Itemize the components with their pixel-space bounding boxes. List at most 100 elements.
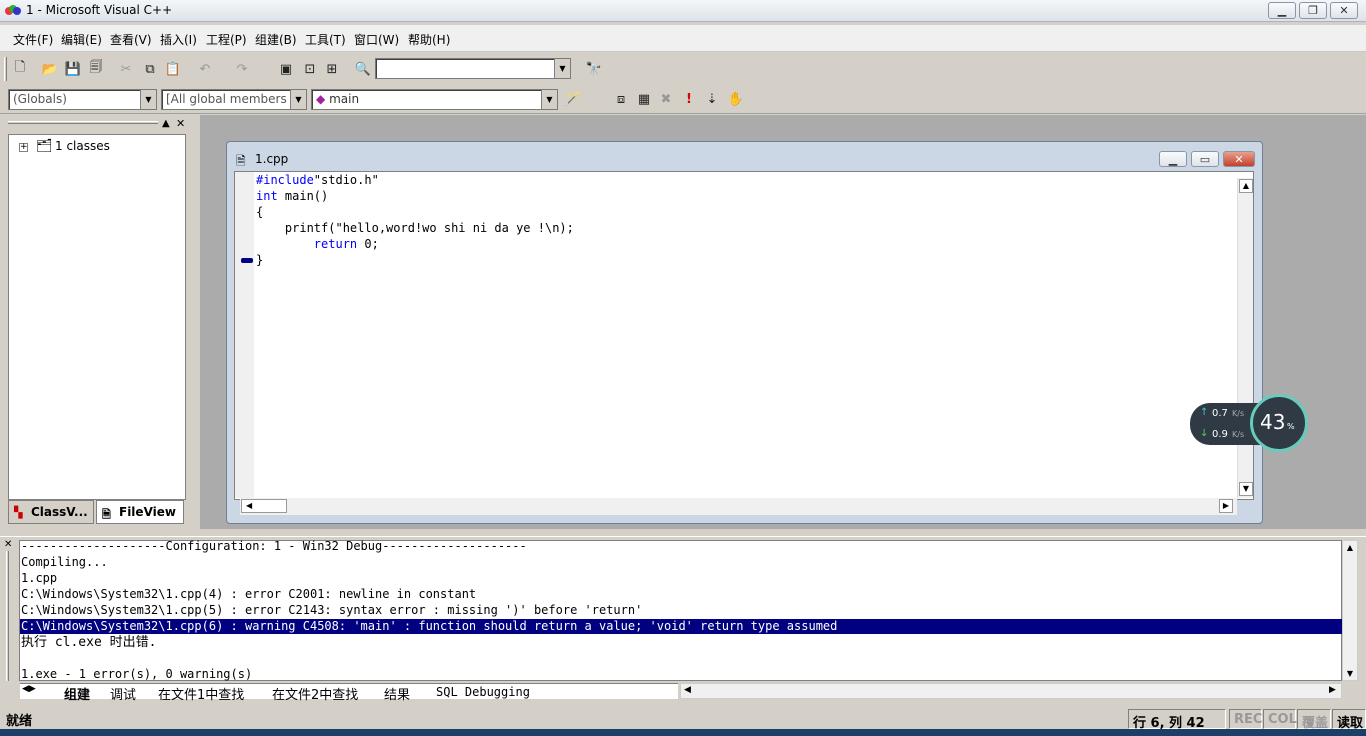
tab-results[interactable]: 结果: [384, 684, 410, 703]
current-line-marker-icon: [241, 258, 253, 263]
code-line: printf("hello,word!wo shi ni da ye !\n);: [256, 221, 574, 235]
undo-icon[interactable]: ↶: [195, 59, 215, 79]
menu-file[interactable]: 文件(F): [13, 31, 53, 48]
output-vscroll[interactable]: ▲ ▼: [1342, 540, 1358, 681]
hscroll-right-icon[interactable]: ▶: [1329, 685, 1336, 695]
copy-icon[interactable]: ⧉: [140, 59, 160, 79]
build-icon[interactable]: ▦: [634, 89, 654, 109]
output-line[interactable]: C:\Windows\System32\1.cpp(5) : error C21…: [21, 602, 642, 618]
scroll-right-icon[interactable]: ▶: [1219, 499, 1233, 513]
ovr-indicator: 覆盖: [1297, 709, 1331, 731]
tab-scroll-left-icon[interactable]: ◀▶: [22, 684, 36, 694]
window-list-icon[interactable]: ⊞: [322, 59, 342, 79]
download-unit: K/s: [1232, 430, 1245, 439]
close-button[interactable]: ✕: [1330, 2, 1358, 19]
tab-debug[interactable]: 调试: [110, 684, 136, 703]
find-combo[interactable]: ▼: [375, 58, 571, 79]
restore-button[interactable]: ❐: [1299, 2, 1327, 19]
editor-gutter: [235, 172, 254, 498]
cut-icon[interactable]: ✂: [116, 59, 136, 79]
scroll-up-icon[interactable]: ▲: [1239, 179, 1253, 193]
members-combo-value: [All global members: [166, 92, 287, 106]
redo-icon[interactable]: ↷: [232, 59, 252, 79]
standard-toolbar: 🗋 📂 💾 🗐 ✂ ⧉ 📋 ↶ ↷ ▣ ⊡ ⊞ 🔍 ▼ 🔭: [0, 53, 1366, 85]
tab-build[interactable]: 组建: [64, 684, 90, 703]
workspace-window-icon[interactable]: ▣: [276, 59, 296, 79]
code-line: }: [256, 253, 264, 267]
output-window-icon[interactable]: ⊡: [300, 59, 320, 79]
output-hscroll[interactable]: ◀ ▶: [680, 683, 1342, 699]
save-icon[interactable]: 💾: [63, 59, 83, 79]
menu-edit[interactable]: 编辑(E): [61, 31, 102, 48]
output-line-selected[interactable]: C:\Windows\System32\1.cpp(6) : warning C…: [21, 618, 837, 634]
download-arrow-icon: ↓: [1200, 428, 1209, 439]
output-line: 执行 cl.exe 时出错.: [21, 635, 157, 650]
menu-project[interactable]: 工程(P): [206, 31, 247, 48]
wizard-toolbar: (Globals) ▼ [All global members ▼ ◆ main ▼ …: [0, 85, 1366, 114]
window-title: 1 - Microsoft Visual C++: [26, 3, 173, 17]
tab-find1[interactable]: 在文件1中查找: [158, 684, 244, 703]
menu-view[interactable]: 查看(V): [110, 31, 152, 48]
network-speed-widget[interactable]: ↑ 0.7 K/s ↓ 0.9 K/s 43 %: [1190, 394, 1308, 454]
expand-icon[interactable]: +: [19, 143, 28, 152]
scroll-left-icon[interactable]: ◀: [241, 499, 287, 513]
tab-fileview[interactable]: 🗎 FileView: [96, 500, 184, 524]
output-close-icon[interactable]: ✕: [4, 539, 12, 550]
pane-close-icon[interactable]: ✕: [176, 117, 185, 130]
upload-unit: K/s: [1232, 409, 1245, 418]
upload-speed: 0.7: [1212, 408, 1228, 419]
paste-icon[interactable]: 📋: [163, 59, 183, 79]
percent-sign: %: [1287, 422, 1295, 431]
scroll-down-icon[interactable]: ▼: [1239, 482, 1253, 496]
status-bar: 就绪 行 6, 列 42 REC COL 覆盖 读取: [0, 706, 1366, 731]
editor-restore-button[interactable]: ▭: [1191, 151, 1219, 167]
status-text: 就绪: [6, 714, 33, 729]
code-line: {: [256, 205, 264, 219]
output-line: --------------------Configuration: 1 - W…: [21, 539, 527, 553]
find-icon[interactable]: 🔭: [584, 59, 604, 79]
tree-root-label[interactable]: 1 classes: [55, 139, 110, 153]
menu-window[interactable]: 窗口(W): [354, 31, 399, 48]
tab-find2[interactable]: 在文件2中查找: [272, 684, 358, 703]
output-tabs: ◀▶ 组建 调试 在文件1中查找 在文件2中查找 结果 SQL Debuggin…: [20, 683, 678, 703]
compile-icon[interactable]: ⧈: [611, 89, 631, 109]
function-combo[interactable]: ◆ main ▼: [311, 89, 558, 110]
download-speed: 0.9: [1212, 429, 1228, 440]
menu-build[interactable]: 组建(B): [255, 31, 297, 48]
output-line[interactable]: C:\Windows\System32\1.cpp(4) : error C20…: [21, 586, 476, 602]
menu-help[interactable]: 帮助(H): [408, 31, 450, 48]
wizard-wand-icon[interactable]: 🪄: [563, 89, 583, 109]
execute-icon[interactable]: !: [679, 89, 699, 109]
pane-maximize-icon[interactable]: ▲: [162, 118, 170, 129]
breakpoint-hand-icon[interactable]: ✋: [726, 89, 746, 109]
title-bar: 1 - Microsoft Visual C++ ▁ ❐ ✕: [0, 0, 1366, 22]
code-line: #include"stdio.h": [256, 173, 379, 187]
taskbar: [0, 729, 1366, 736]
workspace-tabs: ▚ ClassV... 🗎 FileView: [8, 500, 198, 526]
save-all-icon[interactable]: 🗐: [86, 59, 106, 79]
tab-fileview-label: FileView: [119, 505, 176, 519]
minimize-button[interactable]: ▁: [1268, 2, 1296, 19]
code-line: return 0;: [313, 237, 379, 251]
editor-hscroll[interactable]: ◀ ▶: [240, 498, 1237, 515]
tab-classview[interactable]: ▚ ClassV...: [8, 500, 94, 524]
open-folder-icon[interactable]: 📂: [40, 59, 60, 79]
class-combo-value: (Globals): [13, 92, 67, 106]
go-icon[interactable]: ⇣: [702, 89, 722, 109]
find-in-files-icon[interactable]: 🔍: [353, 59, 373, 79]
members-combo[interactable]: [All global members ▼: [161, 89, 307, 110]
tab-sql-debugging[interactable]: SQL Debugging: [436, 685, 530, 699]
output-line: Compiling...: [21, 555, 108, 569]
stop-build-icon[interactable]: ✖: [656, 89, 676, 109]
output-scroll-up-icon[interactable]: ▲: [1343, 541, 1357, 555]
new-file-icon[interactable]: 🗋: [10, 59, 30, 79]
output-grip: [6, 551, 9, 681]
output-scroll-down-icon[interactable]: ▼: [1343, 667, 1357, 681]
editor-close-button[interactable]: ✕: [1223, 151, 1255, 167]
menu-insert[interactable]: 插入(I): [160, 31, 197, 48]
editor-minimize-button[interactable]: ▁: [1159, 151, 1187, 167]
hscroll-left-icon[interactable]: ◀: [684, 685, 691, 695]
class-combo[interactable]: (Globals) ▼: [8, 89, 157, 110]
output-line: 1.cpp: [21, 571, 58, 585]
menu-tools[interactable]: 工具(T): [305, 31, 346, 48]
